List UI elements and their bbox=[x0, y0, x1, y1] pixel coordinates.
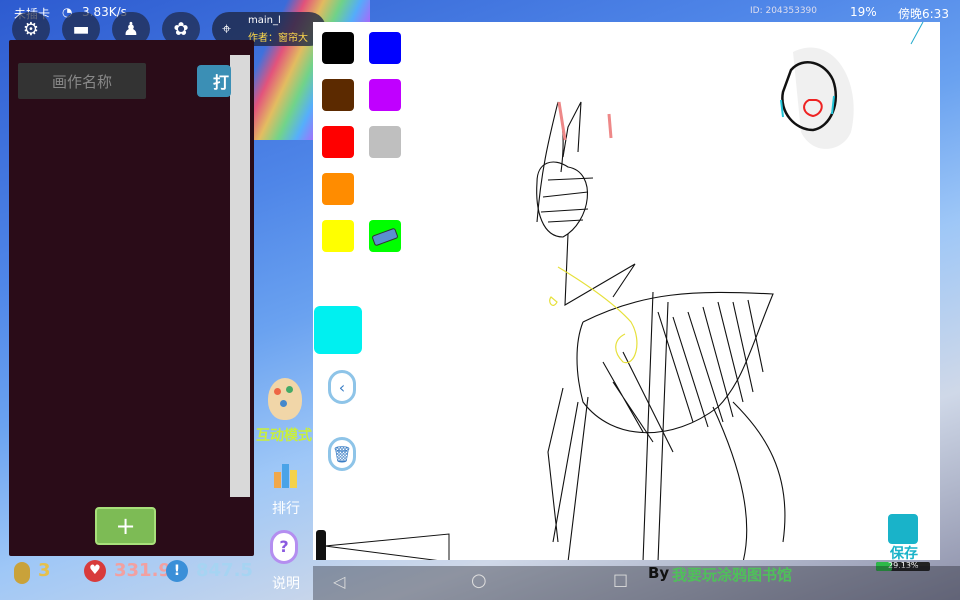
color-swatch[interactable] bbox=[322, 126, 354, 158]
save-icon[interactable] bbox=[888, 514, 918, 544]
footer-by: By bbox=[648, 564, 670, 582]
color-swatch[interactable] bbox=[322, 32, 354, 64]
recents-nav-icon[interactable]: □ bbox=[613, 570, 628, 589]
navigation-bar: ◁ ○ □ bbox=[313, 566, 960, 600]
bar bbox=[274, 472, 281, 488]
brush-preview bbox=[324, 533, 450, 563]
color-swatch[interactable] bbox=[369, 126, 401, 158]
artwork-list-panel bbox=[9, 40, 254, 556]
battery-percent: 19% bbox=[850, 5, 877, 19]
bar bbox=[290, 470, 297, 488]
like-icon: ♥ bbox=[84, 560, 106, 582]
palette-icon[interactable] bbox=[268, 378, 302, 420]
corner-mark bbox=[910, 21, 924, 45]
trash-icon[interactable]: 🗑 bbox=[328, 437, 356, 471]
author-line: 作者：窗帘大 bbox=[248, 33, 308, 44]
location-icon: ⌖ bbox=[222, 19, 232, 38]
color-swatch[interactable] bbox=[322, 220, 354, 252]
ranking-icon[interactable] bbox=[272, 458, 300, 488]
eraser-icon[interactable] bbox=[369, 222, 401, 250]
paint-dot bbox=[280, 400, 287, 407]
color-swatch[interactable] bbox=[369, 173, 401, 205]
coin-icon bbox=[14, 562, 30, 584]
id-text: ID: 204353390 bbox=[750, 6, 818, 16]
horse-sketch bbox=[536, 101, 786, 563]
ranking-label[interactable]: 排行 bbox=[272, 498, 300, 518]
help-icon[interactable]: ? bbox=[270, 530, 298, 564]
clock: 傍晚6:33 bbox=[898, 7, 949, 21]
drawing-canvas[interactable] bbox=[313, 21, 940, 564]
add-button[interactable]: + bbox=[95, 507, 156, 545]
eraser-svg bbox=[372, 228, 398, 246]
footer-brand[interactable]: 我要玩涂鸦图书馆 bbox=[672, 564, 792, 585]
help-label[interactable]: 说明 bbox=[272, 573, 300, 593]
color-swatch[interactable] bbox=[322, 79, 354, 111]
open-button[interactable]: 打 bbox=[197, 65, 231, 97]
drawing-svg bbox=[316, 21, 924, 564]
list-scrollbar[interactable] bbox=[230, 55, 250, 497]
face-doodle bbox=[780, 47, 854, 149]
brush-handle[interactable] bbox=[316, 530, 326, 564]
interactive-mode-label[interactable]: 互动模式 bbox=[256, 425, 312, 445]
back-arrow-icon[interactable]: ‹ bbox=[328, 370, 356, 404]
back-nav-icon[interactable]: ◁ bbox=[333, 572, 345, 591]
save-label[interactable]: 保存 bbox=[890, 543, 918, 563]
paint-dot bbox=[274, 388, 281, 395]
score-count: 847.5 bbox=[196, 560, 253, 581]
artwork-name-input[interactable]: 画作名称 bbox=[18, 63, 146, 99]
paint-dot bbox=[286, 386, 293, 393]
like-count: 331.9 bbox=[114, 560, 171, 581]
current-color-swatch[interactable] bbox=[314, 306, 362, 354]
color-swatch[interactable] bbox=[322, 173, 354, 205]
home-nav-icon[interactable]: ○ bbox=[471, 570, 487, 591]
info-icon: ! bbox=[166, 560, 188, 582]
color-swatch[interactable] bbox=[369, 32, 401, 64]
bar bbox=[282, 464, 289, 488]
color-swatch[interactable] bbox=[369, 79, 401, 111]
coin-count: 3 bbox=[38, 560, 51, 581]
user-name: main_l bbox=[248, 15, 281, 26]
